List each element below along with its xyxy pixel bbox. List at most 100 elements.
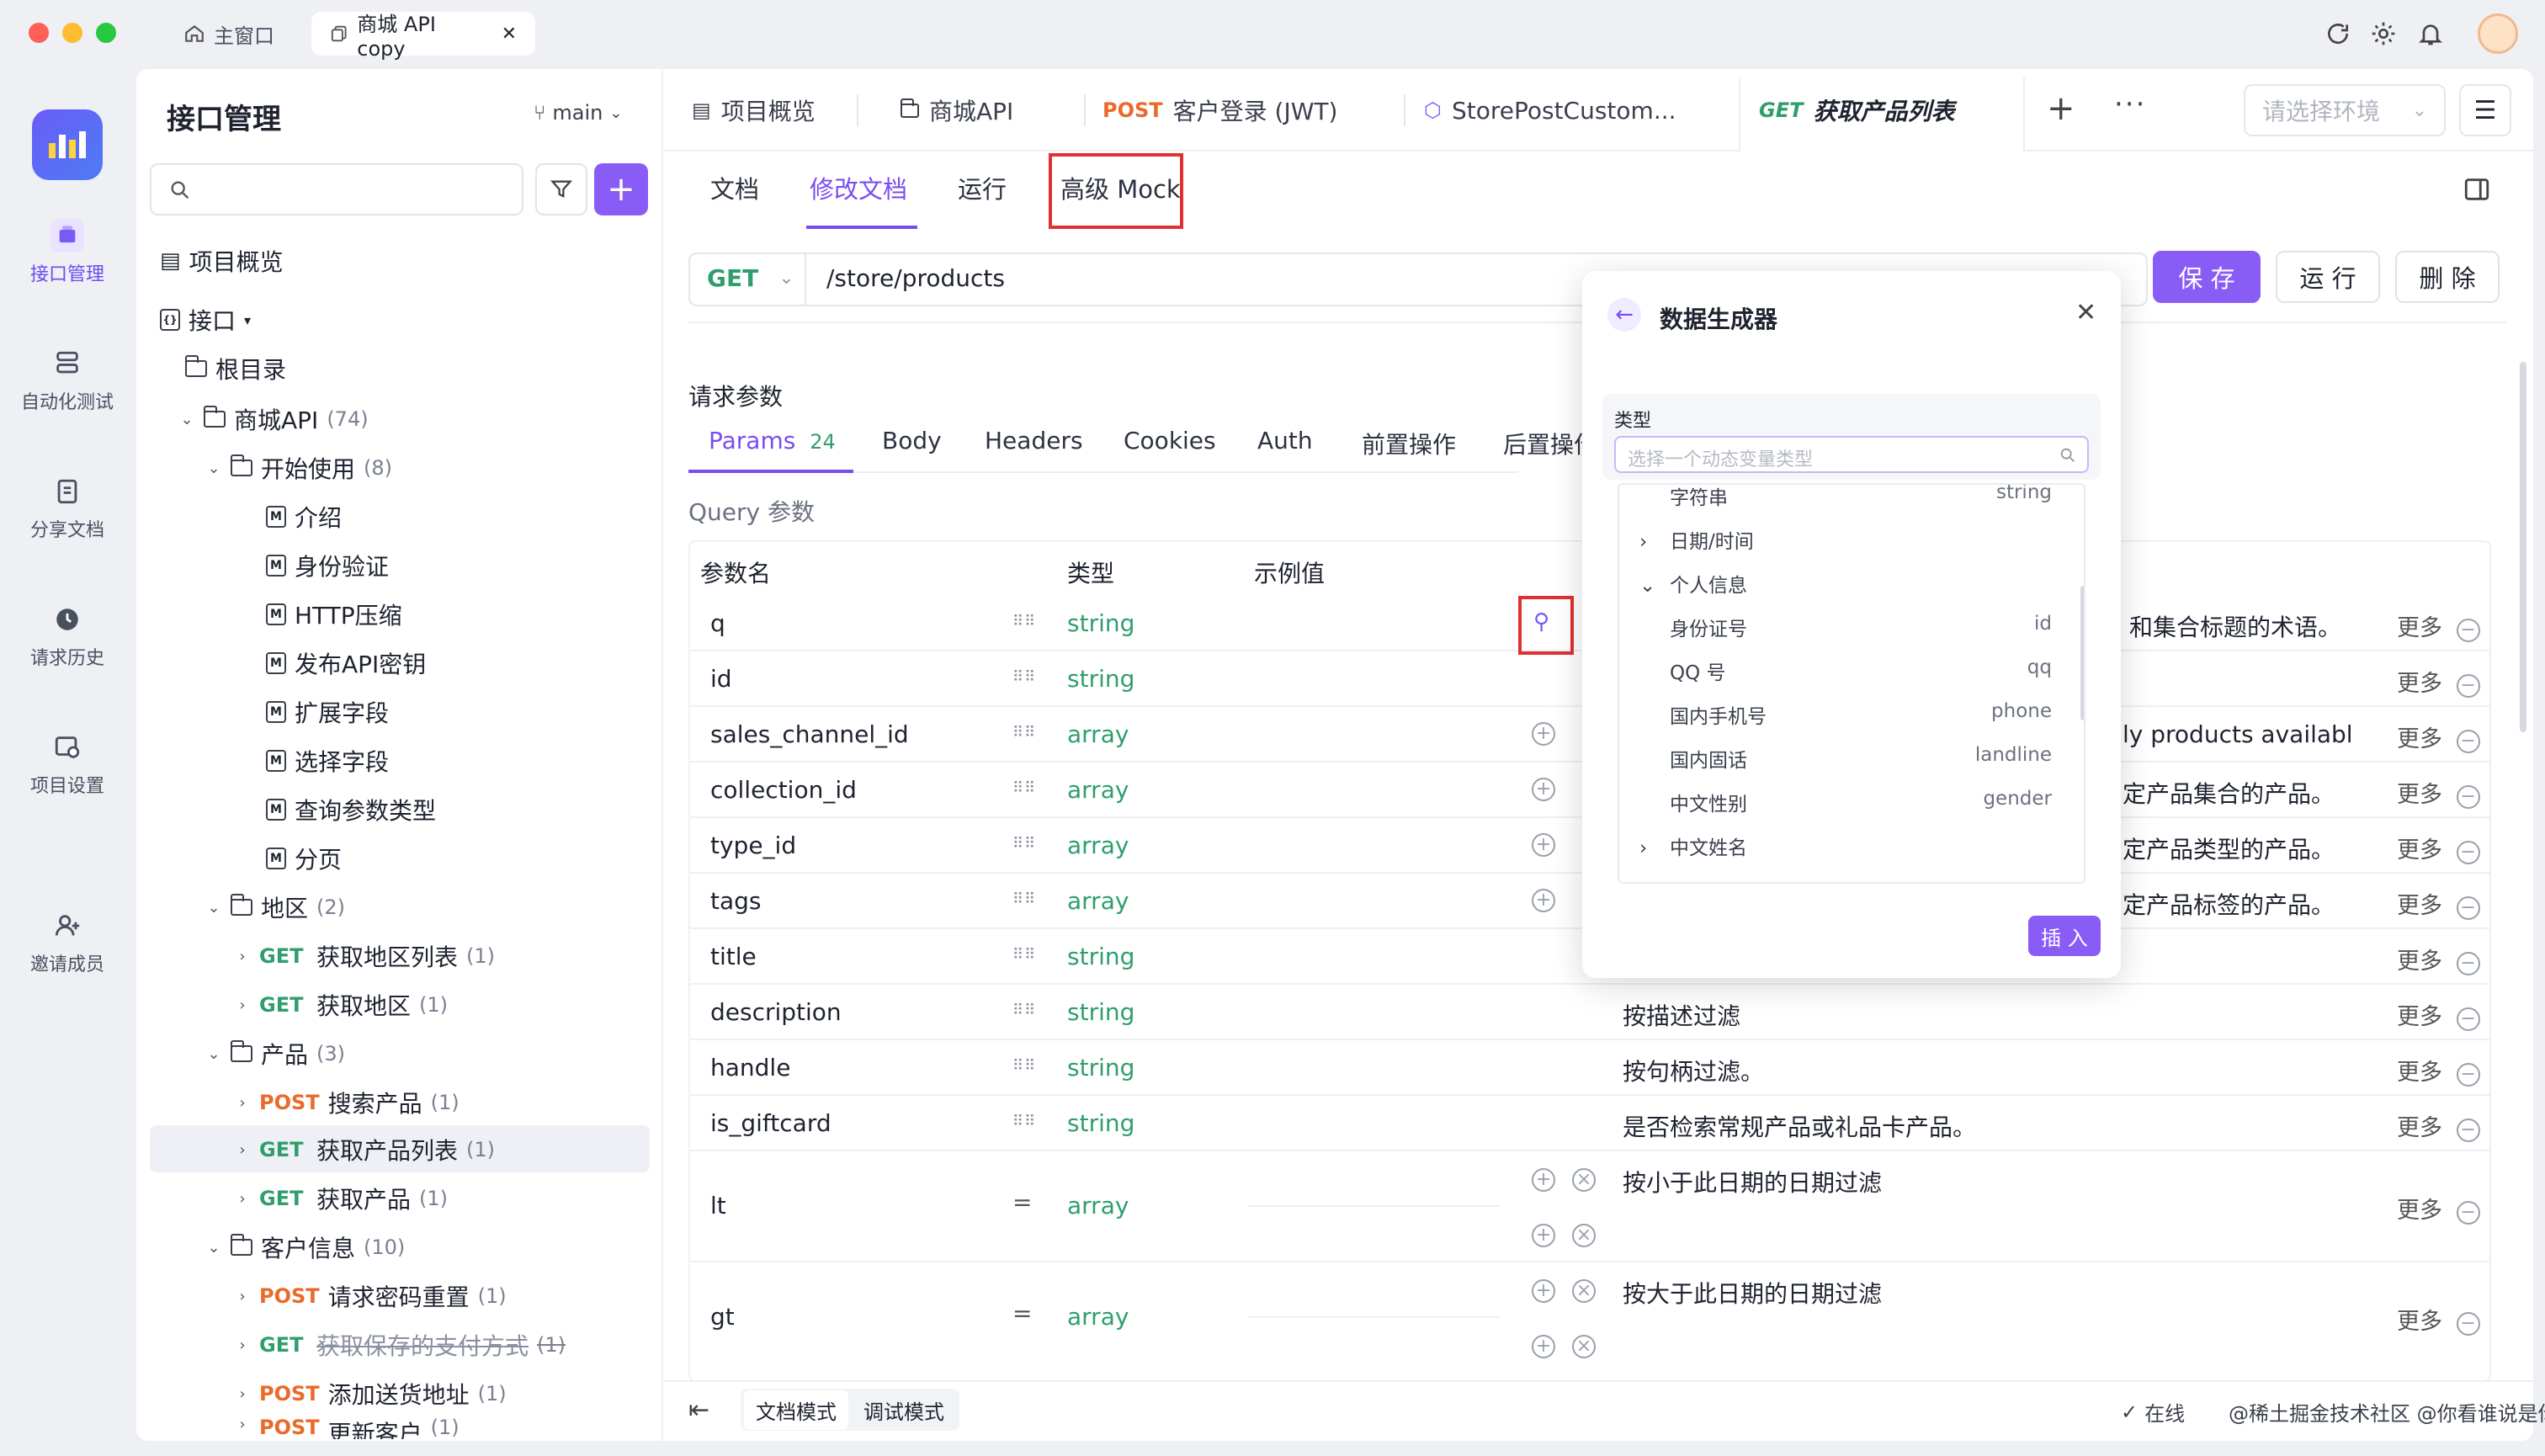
add-value-icon[interactable]: + (1532, 778, 1555, 801)
tree-item-doc[interactable]: M 分页 (266, 837, 342, 880)
param-name[interactable]: type_id (710, 832, 796, 859)
more-toggle[interactable]: 更多 − (2397, 609, 2480, 642)
close-window-button[interactable] (29, 23, 49, 43)
tree-item-root[interactable]: 根目录 (184, 347, 286, 391)
type-search-input[interactable]: 选择一个动态变量类型 (1614, 436, 2089, 473)
add-value-icon[interactable]: + (1532, 1279, 1555, 1303)
add-value-icon[interactable]: + (1532, 722, 1555, 746)
param-name[interactable]: gt (710, 1303, 735, 1331)
tree-item-endpoint[interactable]: › GET 获取地区列表 (1) (234, 934, 495, 978)
list-scrollbar[interactable] (2080, 586, 2084, 720)
param-name[interactable]: is_giftcard (710, 1109, 832, 1137)
remove-icon[interactable]: − (2456, 1063, 2480, 1087)
drag-handle-icon[interactable]: ⠿⠿ (1012, 724, 1036, 741)
drag-handle-icon[interactable]: ⠿⠿ (1012, 1057, 1036, 1075)
remove-icon[interactable]: − (2456, 619, 2480, 642)
param-name[interactable]: collection_id (710, 776, 857, 804)
param-type[interactable]: string (1067, 1054, 1134, 1081)
zoom-window-button[interactable] (96, 23, 116, 43)
tree-item-doc[interactable]: M HTTP压缩 (266, 592, 402, 636)
param-desc[interactable]: 按描述过滤 (1623, 998, 1740, 1032)
add-value-icon[interactable]: + (1532, 1335, 1555, 1358)
drag-handle-icon[interactable]: ⠿⠿ (1012, 835, 1036, 853)
param-type[interactable]: array (1067, 887, 1129, 915)
more-toggle[interactable]: 更多 − (2397, 943, 2480, 975)
body-tab[interactable]: Body (882, 427, 942, 454)
more-toggle[interactable]: 更多 − (2397, 1192, 2480, 1225)
subtab-run[interactable]: 运行 (958, 170, 1007, 205)
param-name[interactable]: description (710, 998, 842, 1026)
rail-item-automation[interactable]: 自动化测试 (0, 347, 135, 414)
type-option-id[interactable]: 身份证号 id (1670, 613, 2052, 656)
param-desc[interactable]: 是否检索常规产品或礼品卡产品。 (1623, 1109, 1976, 1143)
tree-item-endpoint[interactable]: › POST 请求密码重置 (1) (234, 1274, 506, 1318)
close-tab-icon[interactable]: ✕ (502, 24, 517, 45)
more-toggle[interactable]: 更多 − (2397, 720, 2480, 753)
collapse-sidebar-icon[interactable]: ⇤ (688, 1395, 709, 1425)
drag-handle-icon[interactable]: ⠿⠿ (1012, 779, 1036, 797)
remove-icon[interactable]: − (2456, 841, 2480, 864)
panel-toggle-icon[interactable] (2463, 175, 2491, 204)
minimize-window-button[interactable] (62, 23, 82, 43)
cookies-tab[interactable]: Cookies (1124, 427, 1216, 454)
refresh-icon[interactable] (2325, 20, 2351, 47)
params-tab[interactable]: Params 24 (709, 427, 836, 454)
window-tab-project[interactable]: 商城 API copy ✕ (311, 12, 535, 61)
tree-item-endpoint[interactable]: › GET 获取产品 (1) (234, 1177, 448, 1220)
drag-handle-icon[interactable]: ⠿⠿ (1012, 1002, 1036, 1019)
param-desc[interactable]: 定产品类型的产品。 (2123, 832, 2335, 865)
headers-tab[interactable]: Headers (985, 427, 1083, 454)
type-option-landline[interactable]: 国内固话 landline (1670, 744, 2052, 788)
remove-icon[interactable]: − (2456, 785, 2480, 809)
tree-item-doc[interactable]: M 身份验证 (266, 544, 389, 587)
drag-handle-icon[interactable]: ⠿⠿ (1012, 946, 1036, 964)
param-type[interactable]: string (1067, 943, 1134, 970)
param-type[interactable]: array (1067, 720, 1129, 748)
param-type[interactable]: array (1067, 832, 1129, 859)
drag-handle-icon[interactable]: ⠿⠿ (1012, 890, 1036, 908)
url-input[interactable]: /store/products (826, 264, 1005, 292)
drag-handle-icon[interactable]: ⠿⠿ (1012, 1113, 1036, 1130)
tree-item-doc[interactable]: M 发布API密钥 (266, 641, 426, 685)
tab-customer-login[interactable]: POST 客户登录 (JWT) (1102, 69, 1337, 151)
subtab-advanced-mock[interactable]: 高级 Mock (1060, 170, 1181, 205)
env-select[interactable]: 请选择环境 ⌄ (2244, 84, 2446, 136)
online-status[interactable]: ✓ 在线 (2121, 1397, 2185, 1427)
type-group-personal[interactable]: ⌄ 个人信息 (1639, 569, 2052, 613)
menu-button[interactable]: ☰ (2459, 84, 2511, 136)
param-type[interactable]: string (1067, 609, 1134, 637)
param-type[interactable]: array (1067, 776, 1129, 804)
remove-icon[interactable]: − (2456, 952, 2480, 975)
pre-script-tab[interactable]: 前置操作 (1362, 427, 1456, 460)
type-option-string[interactable]: 字符串 string (1670, 485, 2052, 525)
param-name[interactable]: sales_channel_id (710, 720, 909, 748)
delete-button[interactable]: 删 除 (2395, 251, 2500, 303)
insert-button[interactable]: 插 入 (2028, 916, 2101, 956)
tab-active-get-products[interactable]: GET 获取产品列表 (1759, 69, 1954, 151)
param-desc[interactable]: 按小于此日期的日期过滤 (1623, 1165, 1882, 1198)
tree-item-endpoint-deprecated[interactable]: › GET 获取保存的支付方式 (1) (234, 1323, 566, 1367)
window-tab-home[interactable]: 主窗口 (165, 12, 293, 56)
more-toggle[interactable]: 更多 − (2397, 887, 2480, 920)
more-toggle[interactable]: 更多 − (2397, 665, 2480, 698)
tab-folder[interactable]: 商城API (900, 69, 1013, 151)
tree-item-folder-mall[interactable]: ⌄ 商城API (74) (178, 397, 369, 441)
drag-handle-icon[interactable]: ⠿⠿ (1012, 613, 1036, 630)
branch-selector[interactable]: ⑂ main ⌄ (534, 101, 622, 125)
back-button[interactable]: ← (1607, 298, 1641, 332)
param-type[interactable]: string (1067, 1109, 1134, 1137)
drag-handle-icon[interactable]: ⠿⠿ (1012, 668, 1036, 686)
more-toggle[interactable]: 更多 − (2397, 1303, 2480, 1336)
avatar[interactable] (2478, 13, 2518, 54)
param-desc[interactable]: ly products availabl (2123, 720, 2353, 748)
subtab-doc[interactable]: 文档 (710, 170, 759, 205)
more-toggle[interactable]: 更多 − (2397, 998, 2480, 1031)
param-type[interactable]: array (1067, 1192, 1129, 1220)
param-desc[interactable]: 和集合标题的术语。 (2129, 609, 2341, 643)
remove-value-icon[interactable]: × (1572, 1224, 1596, 1247)
tree-item-endpoint[interactable]: › POST 搜索产品 (1) (234, 1081, 459, 1124)
param-desc[interactable]: 按句柄过滤。 (1623, 1054, 1764, 1087)
add-value-icon[interactable]: + (1532, 833, 1555, 857)
type-group-datetime[interactable]: › 日期/时间 (1639, 525, 2052, 569)
param-type[interactable]: array (1067, 1303, 1129, 1331)
